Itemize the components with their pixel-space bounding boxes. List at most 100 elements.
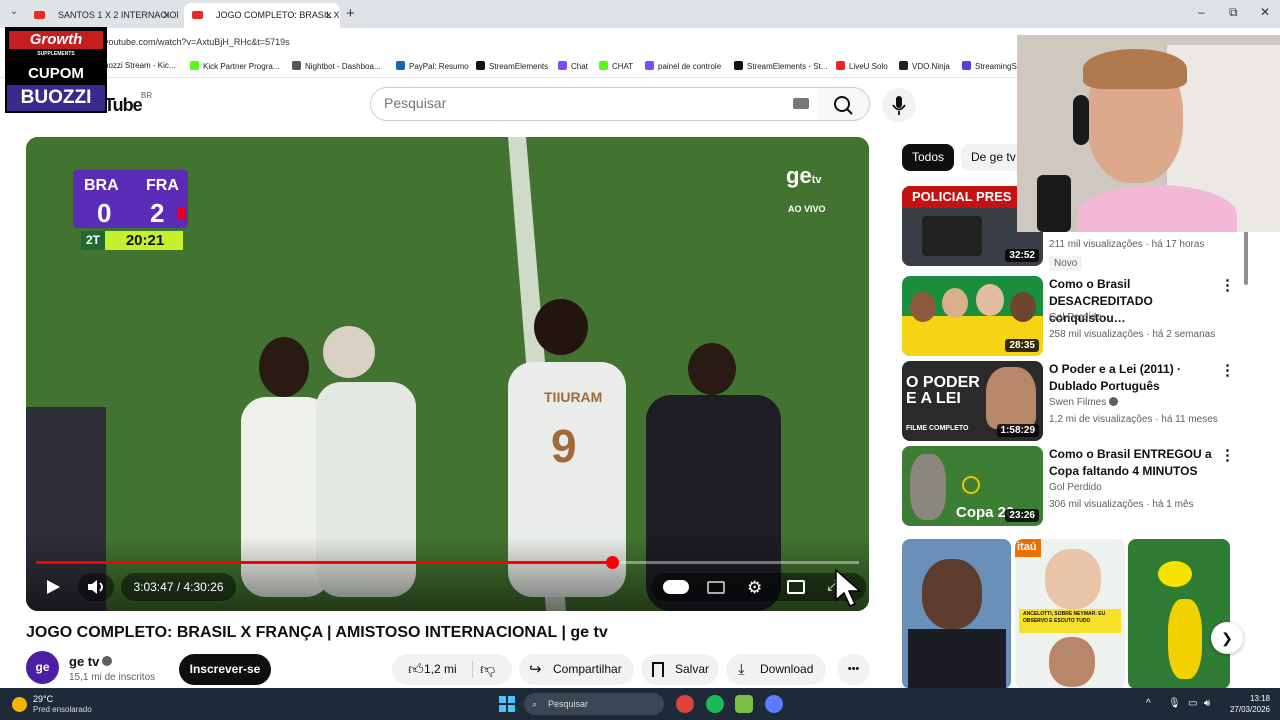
- bookmark-item[interactable]: StreamElements - St...: [734, 61, 827, 71]
- search-input[interactable]: [384, 95, 764, 111]
- scrubber-handle[interactable]: [606, 556, 620, 569]
- tab-santos[interactable]: SANTOS 1 X 2 INTERNACIONAL ×: [26, 3, 178, 28]
- red-card-icon: [177, 208, 186, 220]
- more-actions-button[interactable]: •••: [837, 654, 870, 685]
- video-thumbnail[interactable]: Copa 20 23:26: [902, 446, 1043, 526]
- shorts-thumbnail[interactable]: [902, 539, 1011, 689]
- progress-bar[interactable]: [36, 556, 859, 569]
- bookmark-item[interactable]: Kick Partner Progra...: [190, 61, 279, 71]
- video-title[interactable]: Como o Brasil ENTREGOU a Copa faltando 4…: [1049, 446, 1217, 480]
- related-video[interactable]: 28:35 Como o Brasil DESACREDITADO conqui…: [902, 276, 1247, 356]
- download-button[interactable]: ⤓ Download: [726, 654, 826, 685]
- taskbar-search[interactable]: ⌕ Pesquisar: [524, 693, 664, 715]
- tab-search-icon[interactable]: ⌄: [6, 6, 22, 22]
- video-thumbnail[interactable]: 28:35: [902, 276, 1043, 356]
- windows-start-icon[interactable]: [499, 696, 515, 712]
- subtitles-icon[interactable]: [707, 581, 725, 594]
- match-half: 2T: [81, 231, 105, 250]
- sponsor-logo-subtext: SUPPLEMENTS: [37, 51, 75, 57]
- chrome-icon[interactable]: [676, 695, 694, 713]
- search-box[interactable]: [370, 87, 818, 121]
- video-channel[interactable]: Gol Perdido: [1049, 482, 1102, 493]
- app-icon[interactable]: [735, 695, 753, 713]
- video-thumbnail[interactable]: O PODER E A LEI FILME COMPLETO 1:58:29: [902, 361, 1043, 441]
- video-channel[interactable]: Gol Perdido: [1049, 312, 1102, 323]
- url-text[interactable]: youtube.com/watch?v=AxtuBjH_RHc&t=5719s: [104, 37, 290, 47]
- save-button[interactable]: Salvar: [641, 654, 719, 685]
- bookmark-item[interactable]: LiveU Solo: [836, 61, 888, 71]
- volume-button[interactable]: [78, 573, 114, 601]
- video-title[interactable]: O Poder e a Lei (2011) · Dublado Portugu…: [1049, 361, 1217, 395]
- like-icon[interactable]: 👍︎: [408, 654, 424, 685]
- clock-time[interactable]: 13:18: [1226, 694, 1270, 703]
- video-duration: 28:35: [1005, 339, 1039, 352]
- thumbnail-text: POLICIAL PRES: [912, 189, 1012, 204]
- like-dislike-group: 👍︎ 1,2 mi 👎︎: [392, 654, 512, 685]
- bookmark-item[interactable]: CHAT: [599, 61, 633, 71]
- related-video[interactable]: Copa 20 23:26 Como o Brasil ENTREGOU a C…: [902, 446, 1247, 526]
- region-code: BR: [141, 91, 153, 100]
- microphone-tray-icon[interactable]: 🎙︎: [1168, 698, 1181, 709]
- bookmark-item[interactable]: painel de controle: [645, 61, 721, 71]
- tab-jogo-completo[interactable]: JOGO COMPLETO: BRASIL X FRA ×: [184, 3, 340, 28]
- more-options-icon[interactable]: ⋮: [1220, 361, 1235, 379]
- sponsor-coupon-label: CUPOM: [28, 65, 84, 82]
- bookmark-item[interactable]: Chat: [558, 61, 588, 71]
- search-icon: [834, 96, 853, 115]
- minimize-icon[interactable]: –: [1198, 5, 1205, 19]
- miniplayer-icon[interactable]: [787, 580, 805, 594]
- more-options-icon[interactable]: ⋮: [1220, 276, 1235, 294]
- tray-chevron-icon[interactable]: ^: [1146, 698, 1151, 709]
- video-player[interactable]: TIIURAM 9 BRA FRA 0 2 2T 20:21 getv AO V…: [26, 137, 869, 611]
- channel-name[interactable]: ge tv: [69, 654, 99, 669]
- home-team: BRA: [84, 177, 119, 194]
- speaker-icon[interactable]: 🔊︎: [1204, 698, 1210, 709]
- video-meta: 258 mil visualizações · há 2 semanas: [1049, 329, 1216, 340]
- verified-icon: [102, 656, 112, 666]
- more-options-icon[interactable]: ⋮: [1220, 446, 1235, 464]
- dislike-icon[interactable]: 👎︎: [480, 654, 495, 685]
- video-channel[interactable]: Swen Filmes: [1049, 397, 1119, 408]
- channel-avatar[interactable]: ge: [26, 651, 59, 684]
- like-count[interactable]: 1,2 mi: [424, 654, 457, 685]
- search-button[interactable]: [817, 87, 870, 121]
- bookmark-item[interactable]: VDO.Ninja: [899, 61, 950, 71]
- settings-icon[interactable]: ⚙: [747, 578, 762, 598]
- play-icon[interactable]: [44, 578, 62, 596]
- related-video[interactable]: O PODER E A LEI FILME COMPLETO 1:58:29 O…: [902, 361, 1247, 441]
- bookmark-item[interactable]: StreamElements: [476, 61, 548, 71]
- shorts-caption: ANCELOTTI, SOBRE NEYMAR: EU OBSERVO E ES…: [1023, 611, 1106, 624]
- microphone-icon: [892, 96, 906, 115]
- screen: ⌄ SANTOS 1 X 2 INTERNACIONAL × JOGO COMP…: [0, 0, 1280, 720]
- shorts-thumbnail[interactable]: [1128, 539, 1230, 689]
- keyboard-icon[interactable]: [793, 98, 809, 109]
- network-icon[interactable]: ▭: [1188, 698, 1197, 709]
- weather-desc[interactable]: Pred ensolarado: [33, 705, 92, 714]
- video-duration: 32:52: [1005, 249, 1039, 262]
- bookmark-item[interactable]: StreamingS: [962, 61, 1017, 71]
- close-tab-icon[interactable]: ×: [163, 8, 170, 22]
- restore-icon[interactable]: ⧉: [1229, 5, 1238, 20]
- close-window-icon[interactable]: ✕: [1260, 5, 1270, 19]
- share-button[interactable]: ↪ Compartilhar: [519, 654, 634, 685]
- subscribe-button[interactable]: Inscrever-se: [179, 654, 271, 685]
- weather-icon[interactable]: [12, 697, 27, 712]
- new-tab-icon[interactable]: +: [346, 5, 355, 22]
- youtube-favicon-icon: [34, 11, 45, 19]
- chip-de-ge-tv[interactable]: De ge tv: [961, 144, 1026, 171]
- spotify-icon[interactable]: [706, 695, 724, 713]
- bookmark-item[interactable]: PayPal: Resumo: [396, 61, 469, 71]
- shorts-thumbnail[interactable]: itaú ANCELOTTI, SOBRE NEYMAR: EU OBSERVO…: [1015, 539, 1125, 689]
- sidebar-scrollbar[interactable]: [1244, 230, 1248, 285]
- voice-search-button[interactable]: [882, 88, 916, 122]
- weather-temp[interactable]: 29°C: [33, 694, 53, 704]
- next-arrow-button[interactable]: ❯: [1211, 622, 1243, 654]
- bookmark-item[interactable]: Nightbot - Dashboa...: [292, 61, 381, 71]
- chip-todos[interactable]: Todos: [902, 144, 955, 171]
- autoplay-toggle[interactable]: [663, 580, 689, 594]
- youtube-logo[interactable]: Tube: [104, 95, 143, 116]
- clock-date[interactable]: 27/03/2026: [1220, 705, 1270, 714]
- close-tab-icon[interactable]: ×: [325, 8, 332, 22]
- bookmark-item[interactable]: uozzi Stream - Kic...: [104, 61, 176, 70]
- obs-icon[interactable]: [765, 695, 783, 713]
